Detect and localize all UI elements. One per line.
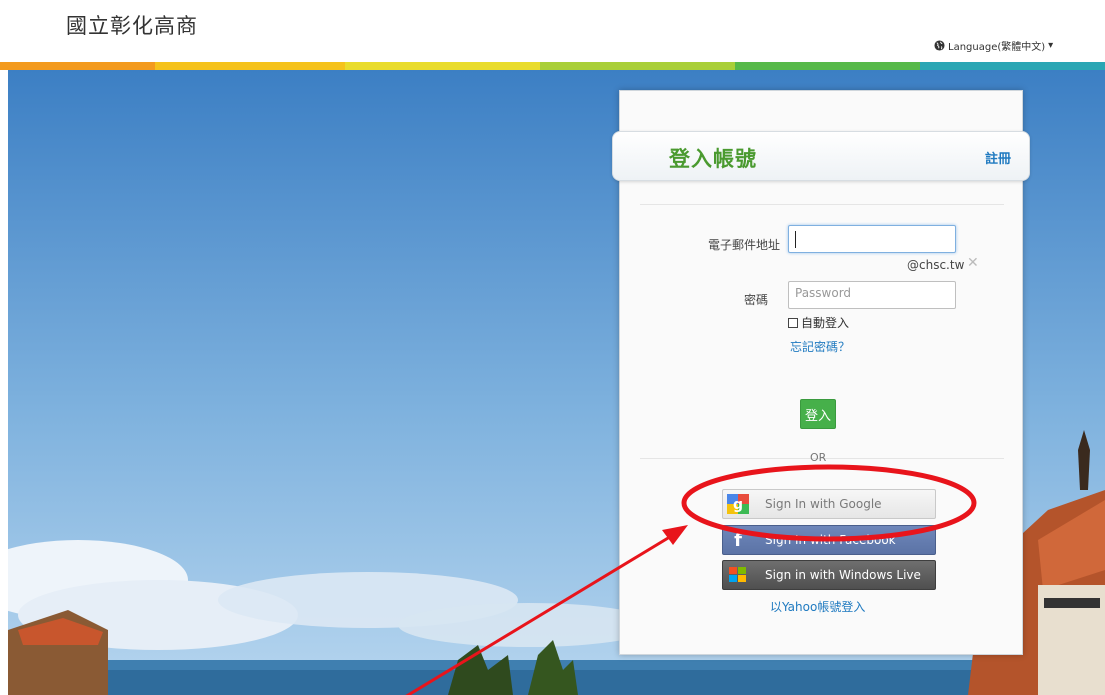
login-header: 登入帳號 註冊 [612, 131, 1030, 181]
password-label: 密碼 [743, 293, 768, 307]
stripe-segment [155, 62, 345, 70]
caret-down-icon: ▾ [1048, 40, 1054, 51]
header: 國立彰化高商 Language(繁體中文) ▾ [0, 0, 1105, 62]
facebook-signin-button[interactable]: f Sign In with Facebook [722, 525, 936, 555]
google-label: Sign In with Google [765, 497, 882, 511]
stripe-segment [345, 62, 540, 70]
language-selector[interactable]: Language(繁體中文) ▾ [934, 38, 1053, 53]
stripe-segment [920, 62, 1105, 70]
stripe-segment [0, 62, 155, 70]
email-field[interactable] [788, 225, 956, 253]
remember-me[interactable]: 自動登入 [788, 314, 849, 331]
yahoo-signin-link[interactable]: 以Yahoo帳號登入 [770, 598, 865, 615]
remember-checkbox[interactable] [788, 317, 798, 328]
clear-icon[interactable]: ✕ [967, 255, 979, 271]
facebook-label: Sign In with Facebook [765, 533, 896, 547]
forgot-password-link[interactable]: 忘記密碼？ [790, 338, 850, 355]
site-title: 國立彰化高商 [66, 14, 198, 38]
windows-live-label: Sign in with Windows Live [765, 568, 921, 582]
language-label: Language(繁體中文) [948, 42, 1046, 53]
register-link[interactable]: 註冊 [985, 148, 1011, 167]
or-separator: OR [810, 451, 827, 464]
windows-icon [723, 561, 753, 589]
color-stripe [0, 62, 1105, 70]
login-title: 登入帳號 [669, 147, 757, 171]
globe-icon [934, 40, 945, 51]
stripe-segment [540, 62, 735, 70]
login-panel: 登入帳號 註冊 電子郵件地址 @chsc.tw ✕ 密碼 Password 自動… [612, 90, 1030, 655]
text-cursor [795, 231, 796, 248]
stripe-segment [735, 62, 920, 70]
login-button[interactable]: 登入 [800, 399, 836, 429]
google-signin-button[interactable]: g Sign In with Google [722, 489, 936, 519]
email-domain: @chsc.tw [907, 258, 965, 272]
svg-text:g: g [733, 497, 743, 513]
windows-live-signin-button[interactable]: Sign in with Windows Live [722, 560, 936, 590]
email-label: 電子郵件地址 [707, 238, 780, 252]
facebook-icon: f [734, 529, 742, 551]
password-field[interactable]: Password [788, 281, 956, 309]
remember-label: 自動登入 [801, 316, 850, 330]
google-icon: g [723, 490, 753, 518]
divider [640, 204, 1004, 205]
